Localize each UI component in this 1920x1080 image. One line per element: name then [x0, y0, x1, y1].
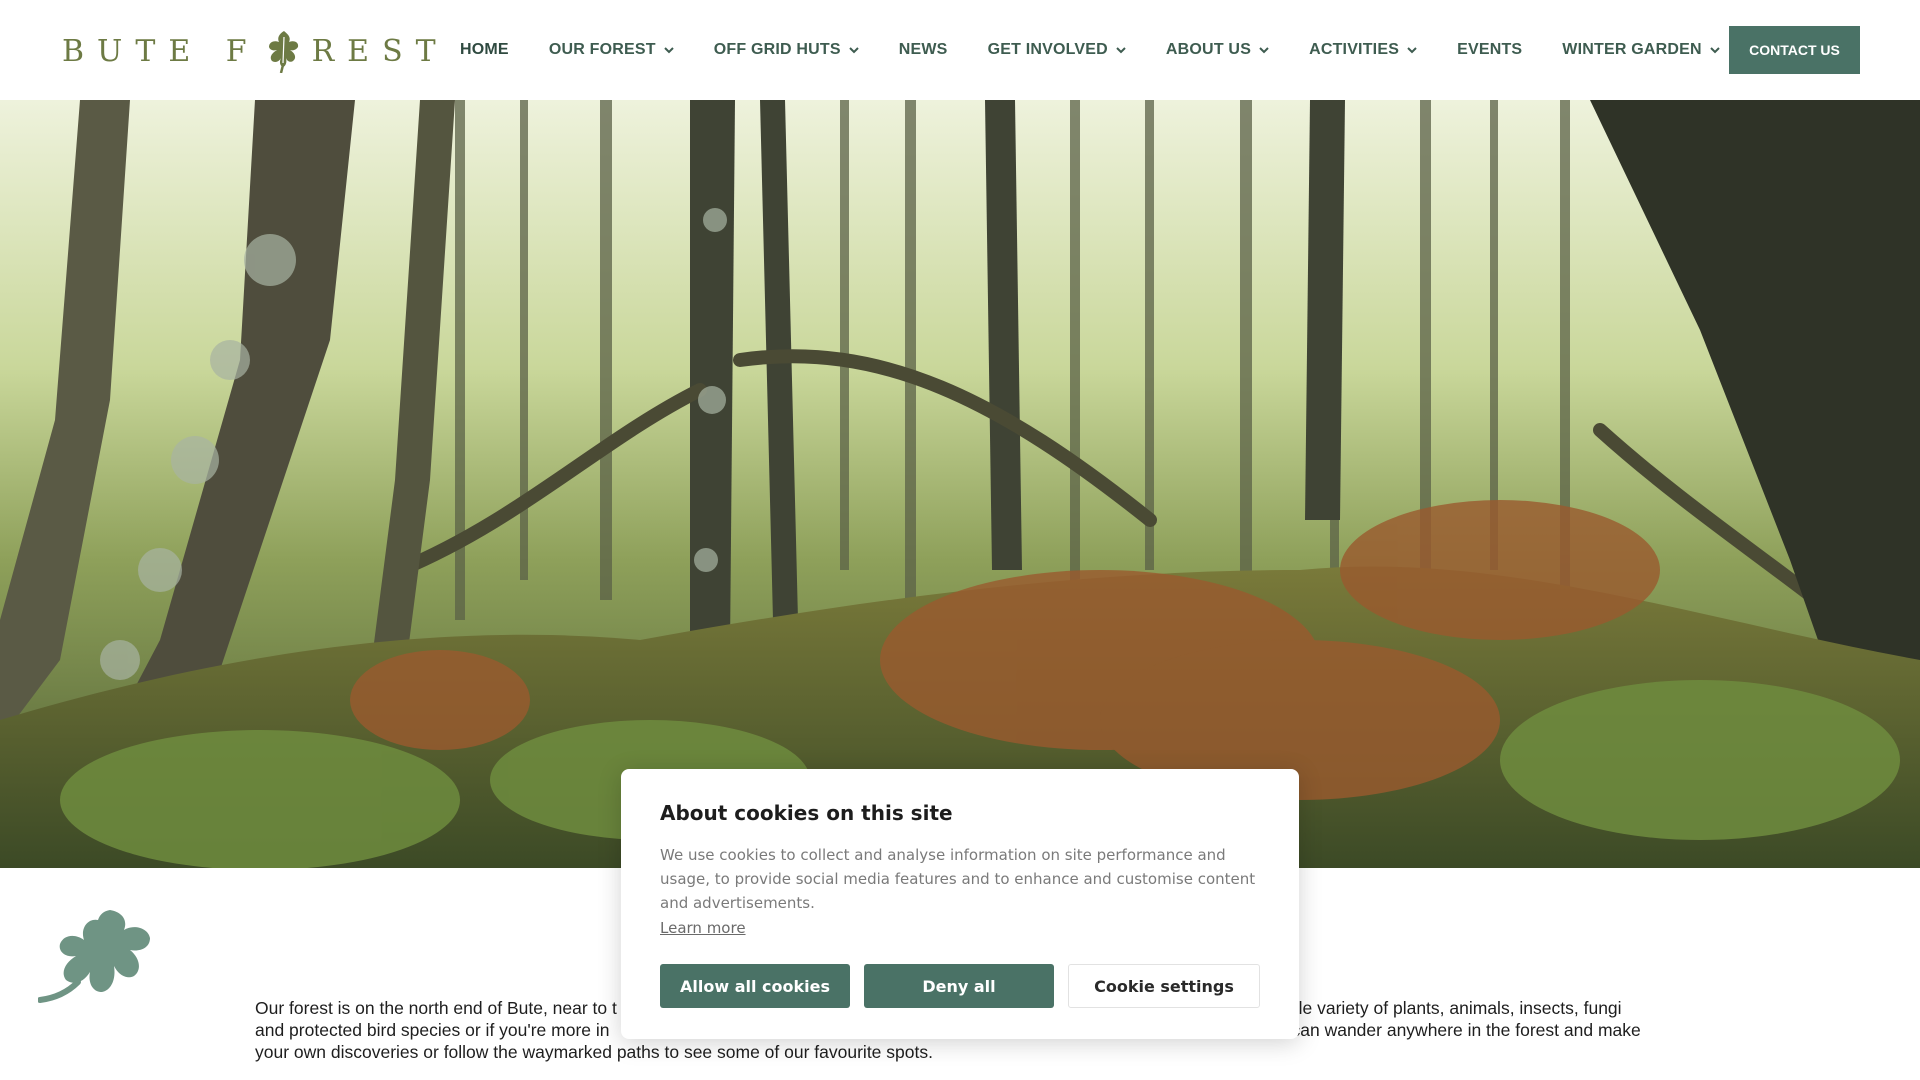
nav-item-activities[interactable]: ACTIVITIES [1289, 0, 1437, 100]
intro-line-3: your own discoveries or follow the wayma… [255, 1042, 933, 1062]
nav-item-our-forest[interactable]: OUR FOREST [529, 0, 694, 100]
logo-text-left: BUTE F [62, 33, 260, 69]
nav-label: ACTIVITIES [1309, 41, 1400, 58]
nav-item-news[interactable]: NEWS [879, 0, 968, 100]
nav-item-about-us[interactable]: ABOUT US [1146, 0, 1289, 100]
oak-leaf-logo-icon [266, 29, 302, 74]
nav-label: OFF GRID HUTS [713, 41, 841, 58]
allow-all-cookies-button[interactable]: Allow all cookies [660, 964, 850, 1008]
nav-item-winter-garden[interactable]: WINTER GARDEN [1542, 0, 1739, 100]
nav-label: ABOUT US [1165, 41, 1252, 58]
chevron-down-icon [1259, 47, 1269, 54]
nav-item-get-involved[interactable]: GET INVOLVED [968, 0, 1146, 100]
main-nav: HOME OUR FOREST OFF GRID HUTS NEWS GET I… [440, 0, 1740, 100]
cookie-actions: Allow all cookies Deny all Cookie settin… [660, 964, 1260, 1008]
cookie-consent-dialog: About cookies on this site We use cookie… [621, 769, 1299, 1039]
nav-label: NEWS [898, 41, 948, 58]
hero-forest-image [0, 100, 1920, 868]
chevron-down-icon [1116, 47, 1126, 54]
nav-label: OUR FOREST [548, 41, 656, 58]
cookie-body: We use cookies to collect and analyse in… [660, 846, 1256, 912]
nav-item-off-grid-huts[interactable]: OFF GRID HUTS [694, 0, 879, 100]
nav-label: GET INVOLVED [987, 41, 1108, 58]
contact-us-button[interactable]: CONTACT US [1729, 26, 1860, 74]
cookie-settings-button[interactable]: Cookie settings [1068, 964, 1260, 1008]
nav-item-home[interactable]: HOME [440, 0, 529, 100]
deny-all-button[interactable]: Deny all [864, 964, 1054, 1008]
forest-photo-icon [0, 100, 1920, 868]
site-header: BUTE F REST HOME OUR FOREST OFF GRID HUT… [0, 0, 1920, 100]
chevron-down-icon [663, 47, 674, 54]
nav-label: HOME [460, 41, 509, 58]
chevron-down-icon [1710, 47, 1720, 54]
chevron-down-icon [1407, 47, 1417, 54]
cookie-title: About cookies on this site [660, 801, 953, 825]
nav-label: EVENTS [1457, 41, 1523, 58]
nav-label: WINTER GARDEN [1562, 41, 1702, 58]
chevron-down-icon [849, 47, 859, 54]
learn-more-link[interactable]: Learn more [660, 919, 746, 937]
oak-leaf-icon [38, 910, 150, 1003]
logo-text-right: REST [311, 33, 449, 69]
site-logo[interactable]: BUTE F REST [62, 26, 449, 76]
nav-item-events[interactable]: EVENTS [1437, 0, 1542, 100]
